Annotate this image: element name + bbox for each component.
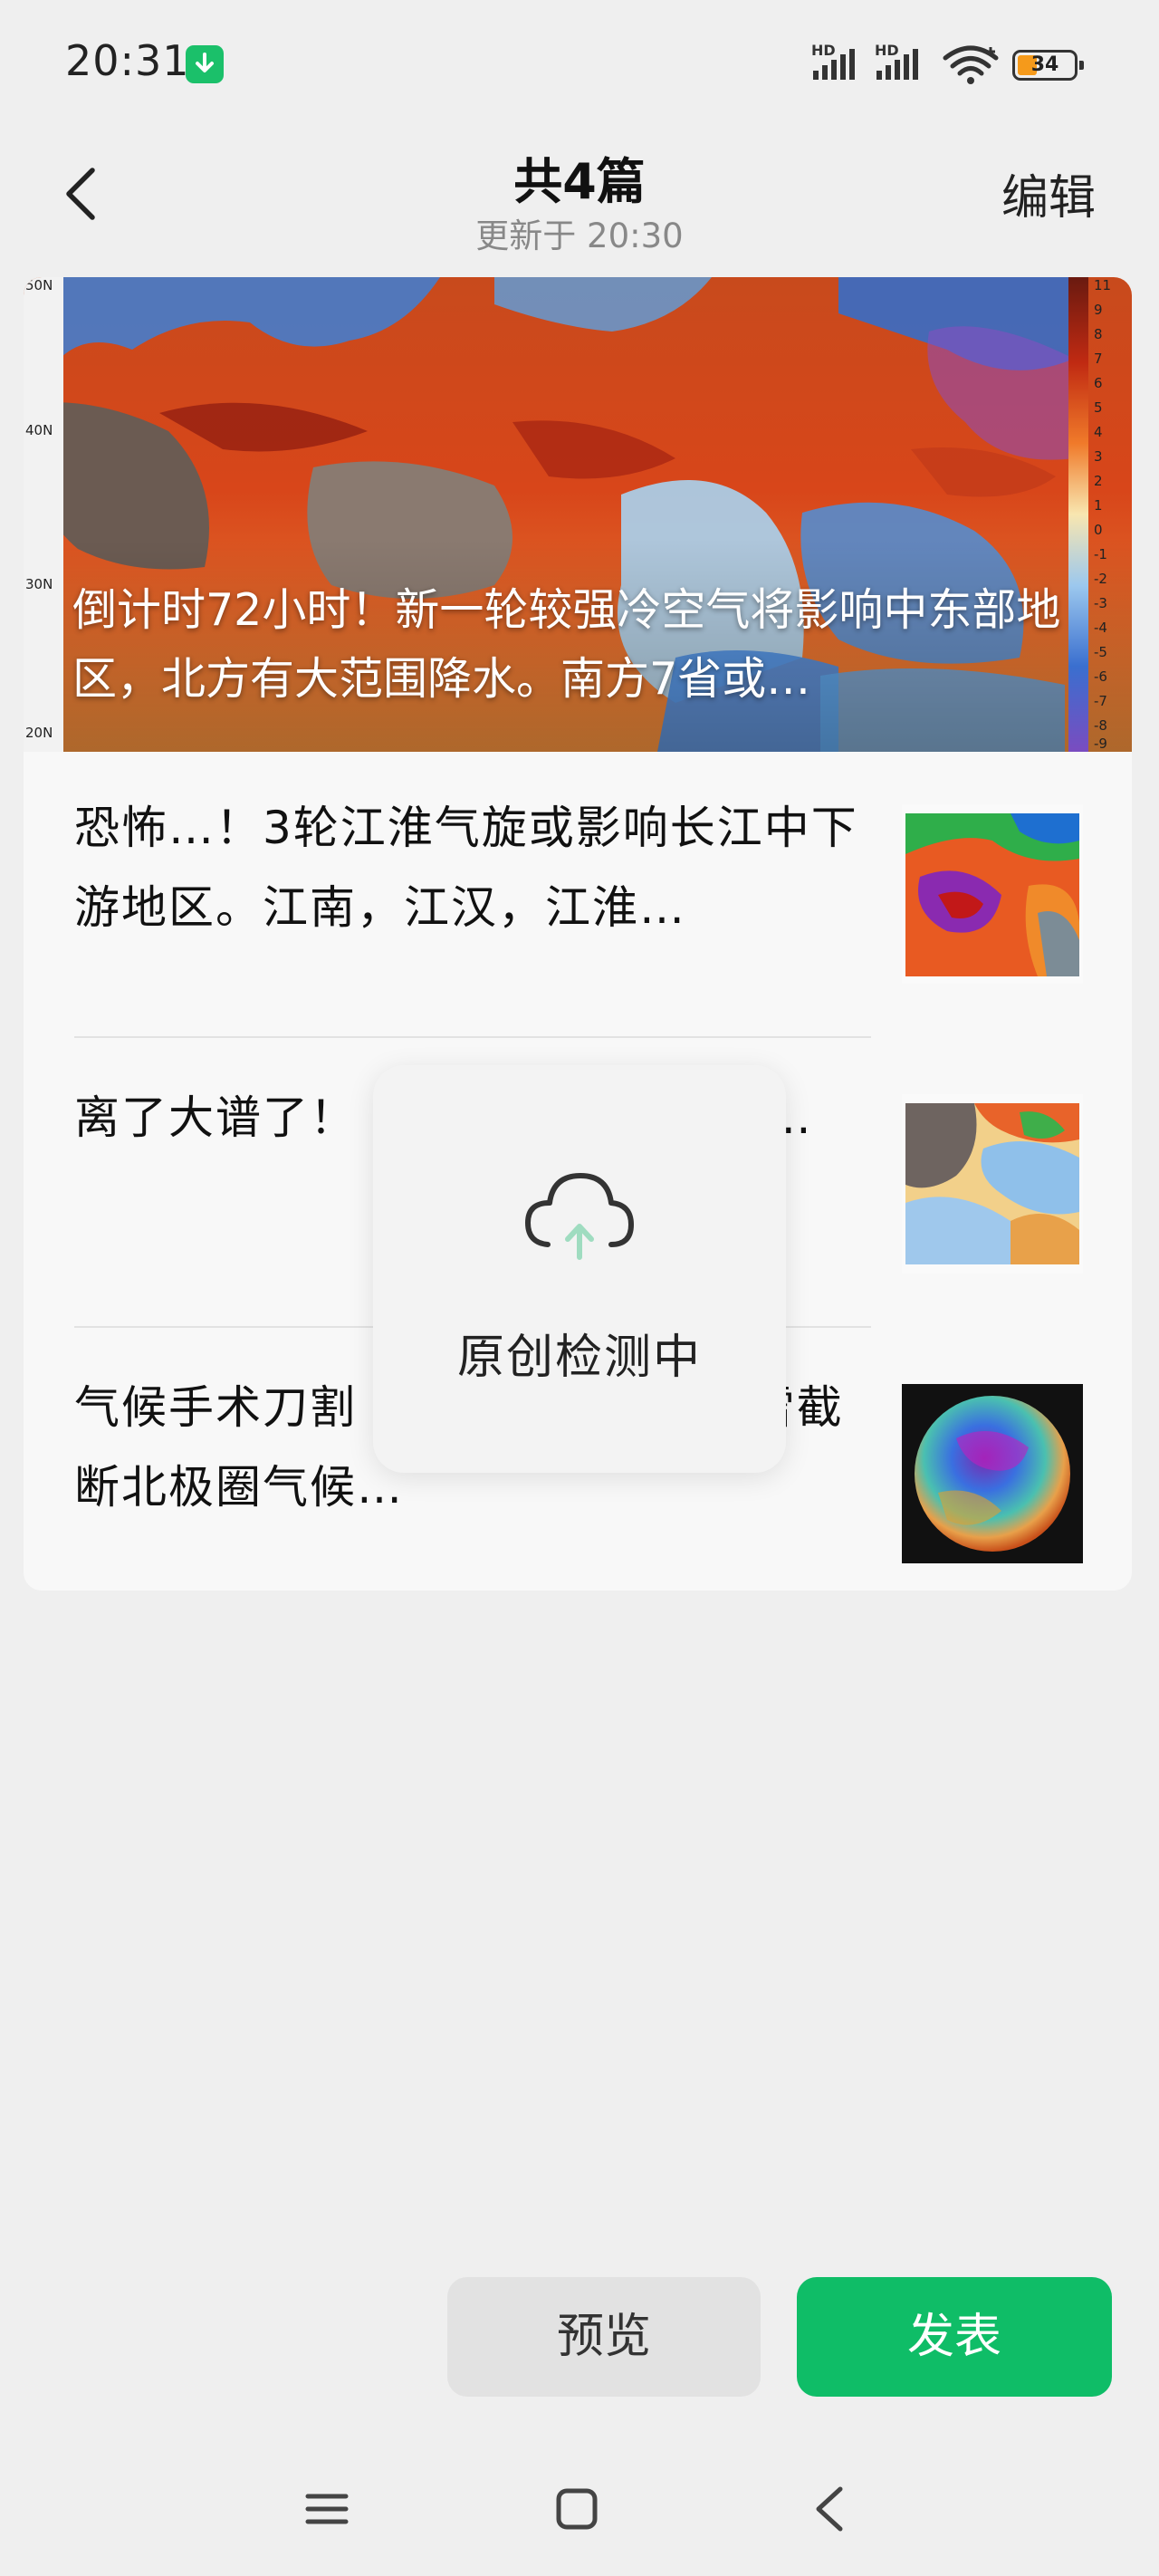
hero-article-title: 倒计时72小时！新一轮较强冷空气将影响中东部地区，北方有大范围降水。南方7省或… bbox=[72, 584, 1061, 705]
menu-icon[interactable] bbox=[304, 2484, 350, 2534]
cloud-upload-icon bbox=[525, 1173, 634, 1260]
weather-map-thumbnail bbox=[902, 1094, 1083, 1274]
status-bar: 20:31 HD HD 34 bbox=[0, 0, 1159, 136]
hero-article[interactable]: 50N 40N 30N 20N 11 9 8 7 6 5 4 3 2 1 0 -… bbox=[24, 277, 1132, 752]
divider bbox=[74, 1036, 871, 1038]
update-time: 更新于 20:30 bbox=[475, 216, 684, 255]
page-title: 共4篇 bbox=[513, 153, 646, 210]
system-nav-bar bbox=[0, 2464, 1159, 2576]
download-icon bbox=[186, 45, 224, 83]
originality-check-toast: 原创检测中 bbox=[373, 1065, 786, 1473]
globe-thumbnail bbox=[902, 1384, 1083, 1563]
edit-button[interactable]: 编辑 bbox=[1001, 159, 1096, 227]
article-title: 恐怖…！3轮江淮气旋或影响长江中下游地区。江南，江汉，江淮… bbox=[74, 802, 858, 934]
home-icon[interactable] bbox=[554, 2484, 599, 2534]
header: 共4篇 更新于 20:30 编辑 bbox=[0, 136, 1159, 263]
wifi-icon bbox=[943, 45, 999, 84]
publish-button[interactable]: 发表 bbox=[797, 2277, 1112, 2397]
back-icon[interactable] bbox=[808, 2484, 853, 2534]
toast-message: 原创检测中 bbox=[456, 1331, 702, 1385]
preview-button[interactable]: 预览 bbox=[447, 2277, 761, 2397]
battery-level: 34 bbox=[1030, 53, 1059, 76]
weather-map-thumbnail bbox=[902, 804, 1083, 984]
battery-icon: 34 bbox=[1012, 50, 1084, 81]
list-item[interactable]: 恐怖…！3轮江淮气旋或影响长江中下游地区。江南，江汉，江淮… bbox=[24, 752, 1132, 1042]
status-time: 20:31 bbox=[65, 36, 190, 85]
